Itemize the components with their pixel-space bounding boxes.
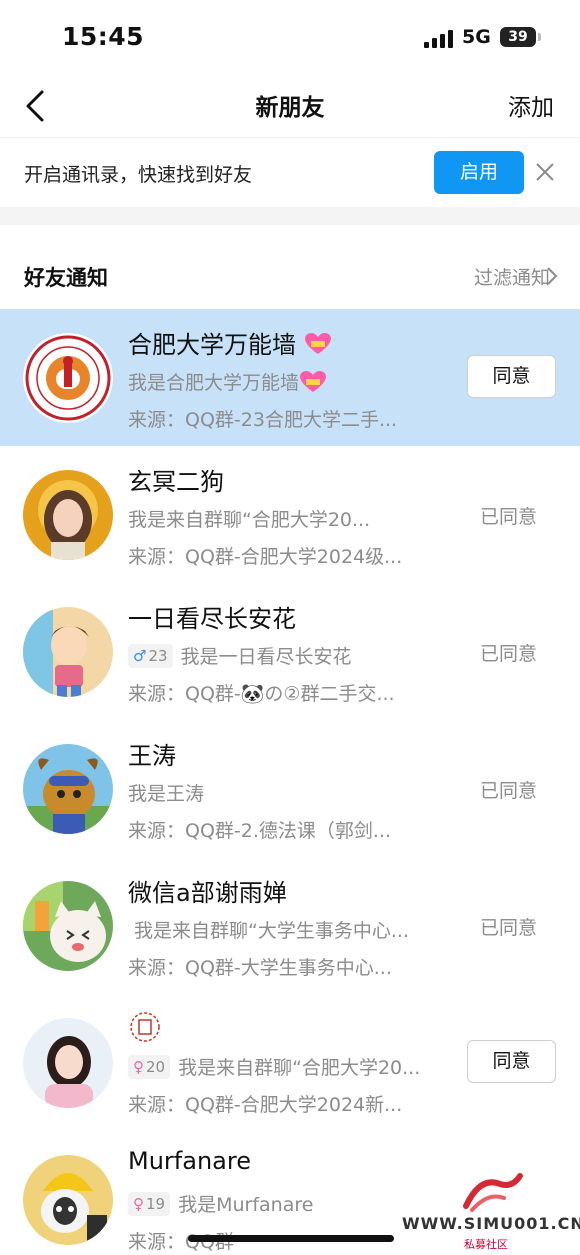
male-icon: ♂ (133, 646, 147, 665)
friend-request-row[interactable]: 微信a部谢雨婵 我是来自群聊“大学生事务中心... 来源：QQ群-大学生事务中心… (0, 857, 580, 994)
agree-button[interactable]: 同意 (467, 355, 556, 398)
request-message: ♂ 23 我是一日看尽长安花 (128, 642, 352, 669)
request-name: 王涛 (128, 742, 176, 770)
agree-button[interactable]: 同意 (467, 1040, 556, 1083)
request-source: 来源：QQ群-2.德法课（郭剑... (128, 820, 392, 842)
agreed-status: 已同意 (480, 780, 538, 802)
watermark: WWW.SIMU001.CN 私募社区 (402, 1168, 580, 1255)
status-bar: 15:45 5G 39 (0, 0, 580, 76)
friend-request-row[interactable]: 合肥大学万能墙 我是合肥大学万能墙 来源：QQ群-23合肥大学二手... 同意 (0, 309, 580, 446)
heart-emoji-icon (300, 370, 327, 392)
section-divider (0, 207, 580, 225)
request-name: 一日看尽长安花 (128, 605, 296, 633)
friend-request-row[interactable]: 玄冥二狗 我是来自群聊“合肥大学20... 来源：QQ群-合肥大学2024级..… (0, 446, 580, 583)
watermark-logo-icon (463, 1173, 523, 1212)
heart-emoji-icon (304, 333, 331, 354)
request-message-text: 我是来自群聊“合肥大学20... (178, 1057, 421, 1079)
watermark-text: WWW.SIMU001.CN (402, 1214, 580, 1233)
gender-age-badge: ♂ 23 (128, 643, 173, 668)
request-name-text: 合肥大学万能墙 (128, 331, 296, 359)
friend-request-row[interactable]: 一日看尽长安花 ♂ 23 我是一日看尽长安花 来源：QQ群-🐼の②群二手交... … (0, 583, 580, 720)
request-name: 微信a部谢雨婵 (128, 879, 287, 907)
request-message: 我是来自群聊“大学生事务中心... (134, 916, 409, 943)
status-time: 15:45 (62, 22, 145, 51)
home-indicator[interactable] (188, 1235, 394, 1242)
watermark-subtext: 私募社区 (464, 1238, 508, 1251)
close-icon[interactable] (533, 160, 557, 184)
request-source: 来源：QQ群-23合肥大学二手... (128, 409, 398, 431)
avatar (23, 1018, 113, 1108)
agreed-status: 已同意 (480, 506, 538, 528)
battery-nub (538, 33, 541, 41)
request-message: ♀ 19 我是Murfanare (128, 1190, 313, 1217)
avatar (23, 470, 113, 560)
request-name: 玄冥二狗 (128, 468, 224, 496)
section-title: 好友通知 (24, 266, 108, 290)
friend-request-row[interactable]: ♀ 20 我是来自群聊“合肥大学20... 来源：QQ群-合肥大学2024新...… (0, 994, 580, 1131)
friend-request-row[interactable]: 王涛 我是王涛 来源：QQ群-2.德法课（郭剑... 已同意 (0, 720, 580, 857)
enable-contacts-button[interactable]: 启用 (434, 151, 524, 194)
nav-bar: 新朋友 添加 (0, 76, 580, 136)
signal-icon (424, 28, 454, 48)
request-name: Murfanare (128, 1147, 251, 1175)
avatar (23, 881, 113, 971)
request-message-text: 我是王涛 (128, 783, 205, 805)
request-message: ♀ 20 我是来自群聊“合肥大学20... (128, 1053, 420, 1080)
gender-age-badge: ♀ 19 (128, 1191, 171, 1216)
seal-emoji-icon (130, 1012, 160, 1042)
add-friend-button[interactable]: 添加 (508, 88, 554, 122)
request-message: 我是合肥大学万能墙 (128, 368, 327, 395)
age-value: 19 (146, 1194, 166, 1213)
request-message-text: 我是合肥大学万能墙 (128, 372, 300, 394)
request-message-text: 我是来自群聊“合肥大学20... (128, 509, 371, 531)
gender-age-badge: ♀ 20 (128, 1054, 171, 1079)
contacts-banner: 开启通讯录，快速找到好友 启用 (0, 137, 580, 207)
age-value: 20 (146, 1057, 166, 1076)
request-source: 来源：QQ群-🐼の②群二手交... (128, 683, 395, 705)
request-message: 我是王涛 (128, 779, 204, 806)
agreed-status: 已同意 (480, 643, 538, 665)
avatar (23, 607, 113, 697)
banner-text: 开启通讯录，快速找到好友 (24, 164, 253, 186)
request-message: 我是来自群聊“合肥大学20... (128, 505, 370, 532)
avatar (23, 744, 113, 834)
request-message-text: 我是一日看尽长安花 (180, 646, 352, 668)
female-icon: ♀ (133, 1057, 144, 1076)
request-name: 合肥大学万能墙 (128, 325, 332, 360)
network-label: 5G (462, 26, 491, 48)
avatar (23, 1155, 113, 1245)
battery-icon: 39 (500, 27, 536, 47)
agreed-status: 已同意 (480, 917, 538, 939)
request-message-text: 我是来自群聊“大学生事务中心... (134, 920, 409, 942)
request-name (128, 1010, 162, 1044)
request-source: 来源：QQ群-合肥大学2024级... (128, 546, 403, 568)
request-source: 来源：QQ群-大学生事务中心... (128, 957, 392, 979)
request-source: 来源：QQ群-合肥大学2024新... (128, 1094, 403, 1116)
age-value: 23 (148, 646, 168, 665)
female-icon: ♀ (133, 1194, 144, 1213)
page-title: 新朋友 (255, 95, 325, 121)
request-message-text: 我是Murfanare (178, 1194, 314, 1216)
chevron-right-icon[interactable] (546, 266, 558, 286)
section-header: 好友通知 过滤通知 (0, 225, 580, 309)
avatar (23, 333, 113, 423)
filter-notifications-link[interactable]: 过滤通知 (474, 263, 550, 290)
